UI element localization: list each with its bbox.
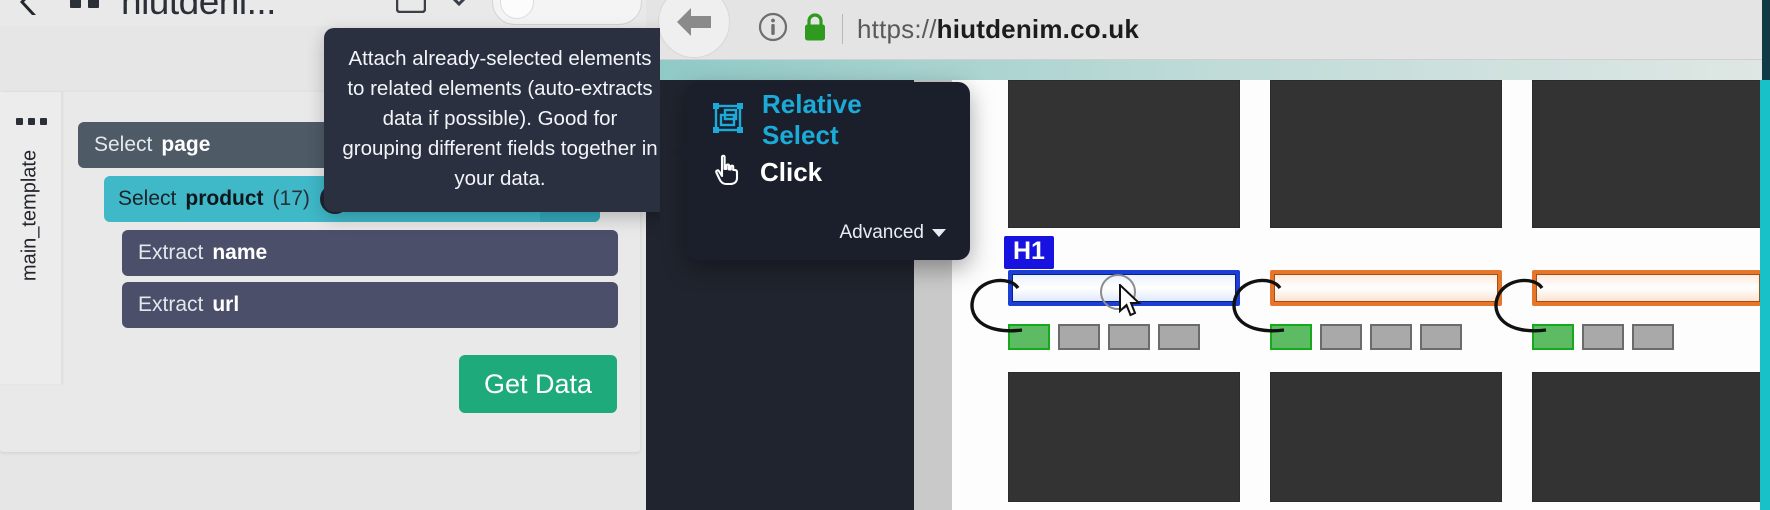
page-banner bbox=[646, 60, 1770, 80]
swatch[interactable] bbox=[1632, 324, 1674, 350]
url-bar[interactable]: https://hiutdenim.co.uk bbox=[744, 2, 1770, 56]
page-right-strip bbox=[1762, 0, 1770, 80]
product-image bbox=[1270, 372, 1502, 502]
info-circle-icon[interactable] bbox=[758, 12, 788, 47]
scraper-app-panel: hiutdeni... main_template Select page Se… bbox=[0, 0, 660, 510]
row-verb: Extract bbox=[138, 293, 204, 316]
back-arrow-icon[interactable] bbox=[658, 0, 730, 58]
swatch[interactable] bbox=[1270, 324, 1312, 350]
url-prefix: https:// bbox=[857, 13, 937, 44]
product-image bbox=[1532, 372, 1764, 502]
menu-item-label: Click bbox=[760, 156, 823, 187]
row-extract-name[interactable]: Extract name bbox=[122, 230, 618, 276]
ellipsis-icon[interactable] bbox=[16, 118, 47, 125]
swatch[interactable] bbox=[1532, 324, 1574, 350]
row-verb: Select bbox=[118, 187, 177, 210]
padlock-icon bbox=[802, 12, 828, 47]
swatch-row bbox=[1532, 324, 1764, 350]
browser-window-icon[interactable] bbox=[395, 0, 427, 18]
screen-root: hiutdeni... main_template Select page Se… bbox=[0, 0, 1770, 510]
divider bbox=[842, 14, 843, 44]
swatch[interactable] bbox=[1320, 324, 1362, 350]
swatch[interactable] bbox=[1108, 324, 1150, 350]
pointer-hand-icon bbox=[712, 154, 742, 191]
row-field-name: product bbox=[185, 187, 264, 210]
header-actions bbox=[395, 0, 642, 25]
row-verb: Select bbox=[94, 133, 153, 156]
row-verb: Extract bbox=[138, 241, 204, 264]
back-arrow-icon[interactable] bbox=[18, 0, 44, 17]
mouse-cursor-icon bbox=[1118, 282, 1144, 323]
avatar bbox=[500, 0, 534, 19]
product-image bbox=[1532, 80, 1764, 228]
product-image bbox=[1270, 80, 1502, 228]
advanced-label: Advanced bbox=[839, 222, 924, 243]
swatch-row bbox=[1008, 324, 1240, 350]
browser-toolbar: https://hiutdenim.co.uk bbox=[646, 0, 1770, 60]
menu-item-relative-select[interactable]: Relative Select bbox=[686, 89, 970, 150]
grid-dots-icon[interactable] bbox=[70, 0, 99, 8]
swatch[interactable] bbox=[1370, 324, 1412, 350]
swatch[interactable] bbox=[1420, 324, 1462, 350]
row-field-name: page bbox=[161, 133, 211, 156]
row-field-name: url bbox=[212, 293, 240, 316]
swatch[interactable] bbox=[1008, 324, 1050, 350]
product-card[interactable] bbox=[1532, 80, 1764, 502]
product-card[interactable]: H1 bbox=[1004, 80, 1240, 502]
row-extract-url[interactable]: Extract url bbox=[122, 282, 618, 328]
row-field-name: name bbox=[212, 241, 268, 264]
relative-select-icon bbox=[712, 102, 744, 139]
get-data-button[interactable]: Get Data bbox=[459, 355, 617, 413]
menu-item-label: Relative Select bbox=[762, 89, 862, 150]
url-text: https://hiutdenim.co.uk bbox=[857, 14, 1139, 45]
swatch[interactable] bbox=[1058, 324, 1100, 350]
product-title-related[interactable] bbox=[1532, 270, 1764, 306]
tooltip: Attach already-selected elements to rela… bbox=[324, 28, 660, 212]
app-header: hiutdeni... bbox=[0, 0, 660, 26]
row-count: (17) bbox=[272, 187, 310, 210]
chevron-down-icon bbox=[932, 229, 946, 237]
advanced-toggle[interactable]: Advanced bbox=[839, 222, 946, 244]
product-card[interactable] bbox=[1270, 80, 1502, 502]
menu-item-click[interactable]: Click bbox=[686, 146, 970, 198]
template-rail: main_template bbox=[0, 92, 62, 384]
account-pill[interactable] bbox=[492, 0, 642, 25]
template-name-label: main_template bbox=[18, 149, 41, 282]
chevron-down-icon[interactable] bbox=[448, 0, 470, 12]
product-image bbox=[1008, 80, 1240, 228]
url-domain: hiutdenim.co.uk bbox=[936, 13, 1139, 44]
page-right-edge bbox=[1760, 80, 1770, 510]
product-grid: H1 bbox=[952, 80, 1770, 510]
swatch-row bbox=[1270, 324, 1502, 350]
app-title: hiutdeni... bbox=[121, 0, 276, 22]
product-image bbox=[1008, 372, 1240, 502]
swatch[interactable] bbox=[1582, 324, 1624, 350]
action-menu: Relative Select Click Advanced bbox=[674, 82, 970, 260]
product-title-related[interactable] bbox=[1270, 270, 1502, 306]
swatch[interactable] bbox=[1158, 324, 1200, 350]
status-badge: H1 bbox=[1004, 236, 1054, 269]
